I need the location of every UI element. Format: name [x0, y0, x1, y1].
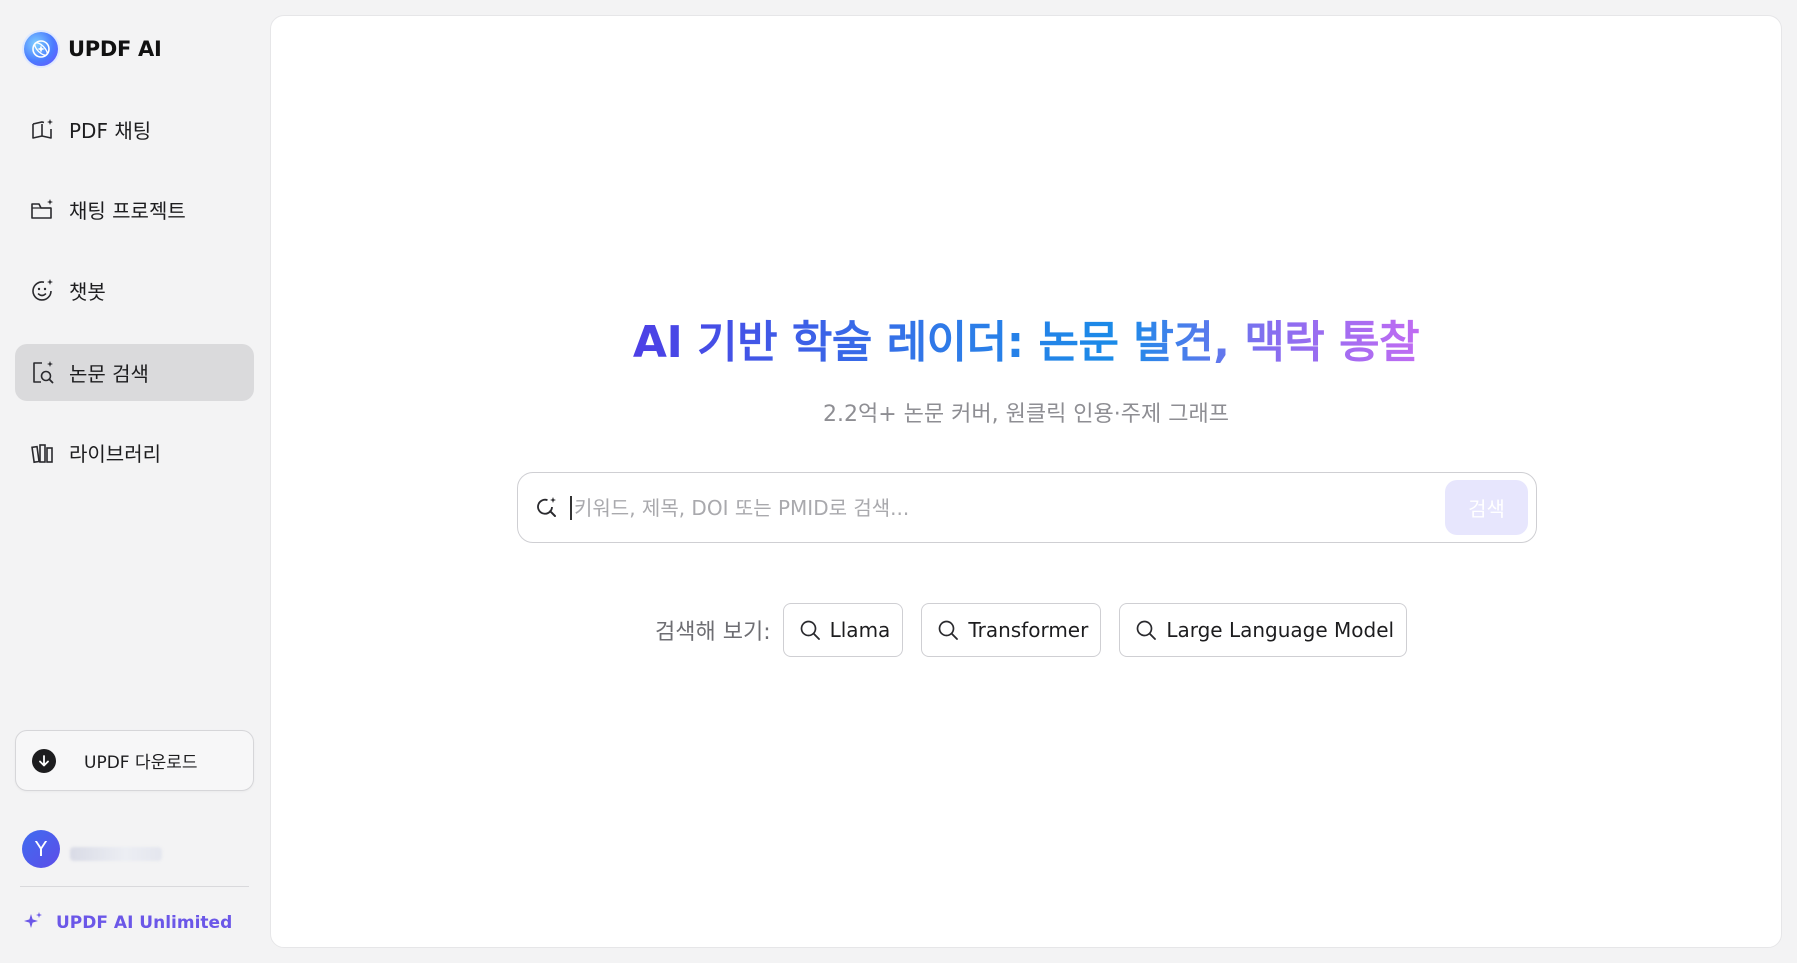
- search-bar: 검색: [517, 472, 1537, 543]
- sidebar-item-chat-project[interactable]: 채팅 프로젝트: [15, 181, 254, 238]
- brand-title: UPDF AI: [68, 37, 162, 61]
- suggestions-label: 검색해 보기:: [655, 620, 771, 645]
- sidebar-item-label: 논문 검색: [69, 362, 149, 386]
- sparkle-icon: [22, 910, 44, 936]
- sidebar-item-paper-search[interactable]: 논문 검색: [15, 344, 254, 401]
- brand[interactable]: UPDF AI: [24, 32, 162, 66]
- download-updf-button[interactable]: UPDF 다운로드: [15, 730, 254, 791]
- folder-sparkle-icon: [29, 196, 57, 224]
- page-subtitle: 2.2억+ 논문 커버, 원클릭 인용·주제 그래프: [823, 402, 1229, 427]
- page-title: AI 기반 학술 레이더: 논문 발견, 맥락 통찰: [271, 306, 1781, 370]
- suggested-searches: 검색해 보기: Llama Transformer Large Language…: [655, 603, 1425, 657]
- sidebar: UPDF AI PDF 채팅 채팅 프로젝트 챗봇 논문 검색 라이브러리 UP…: [0, 0, 268, 963]
- sidebar-item-label: 라이브러리: [69, 442, 161, 466]
- search-icon: [936, 618, 960, 642]
- suggestion-chip-llama[interactable]: Llama: [782, 603, 904, 657]
- chip-label: Large Language Model: [1166, 618, 1395, 642]
- suggestion-chip-large-language-model[interactable]: Large Language Model: [1119, 603, 1408, 657]
- sidebar-divider: [20, 886, 249, 887]
- unlimited-label: UPDF AI Unlimited: [56, 913, 233, 933]
- updf-ai-logo-icon: [24, 32, 58, 66]
- download-label: UPDF 다운로드: [84, 753, 198, 773]
- upgrade-unlimited-link[interactable]: UPDF AI Unlimited: [22, 910, 232, 936]
- chatbot-face-icon: [29, 277, 57, 305]
- suggestion-chip-transformer[interactable]: Transformer: [921, 603, 1102, 657]
- search-input[interactable]: [574, 487, 1445, 528]
- book-sparkle-icon: [29, 116, 57, 144]
- search-icon: [1134, 618, 1158, 642]
- document-search-icon: [29, 359, 57, 387]
- page-title-text: AI 기반 학술 레이더: 논문 발견, 맥락 통찰: [632, 317, 1420, 368]
- library-books-icon: [29, 439, 57, 467]
- sidebar-item-chatbot[interactable]: 챗봇: [15, 262, 254, 319]
- sidebar-item-library[interactable]: 라이브러리: [15, 424, 254, 481]
- sidebar-item-label: 채팅 프로젝트: [69, 199, 186, 223]
- text-caret: [570, 495, 572, 520]
- sidebar-item-label: PDF 채팅: [69, 119, 152, 143]
- chip-label: Llama: [829, 618, 891, 642]
- search-icon: [798, 618, 822, 642]
- user-profile[interactable]: Y: [22, 830, 162, 868]
- search-button[interactable]: 검색: [1445, 480, 1528, 535]
- user-name-redacted: [70, 847, 162, 861]
- sidebar-item-label: 챗봇: [69, 280, 106, 304]
- avatar: Y: [22, 830, 60, 868]
- chip-label: Transformer: [968, 618, 1089, 642]
- main-panel: AI 기반 학술 레이더: 논문 발견, 맥락 통찰 2.2억+ 논문 커버, …: [270, 15, 1782, 948]
- sidebar-item-pdf-chat[interactable]: PDF 채팅: [15, 101, 254, 158]
- download-arrow-icon: [32, 748, 56, 773]
- ai-search-icon: [534, 495, 560, 521]
